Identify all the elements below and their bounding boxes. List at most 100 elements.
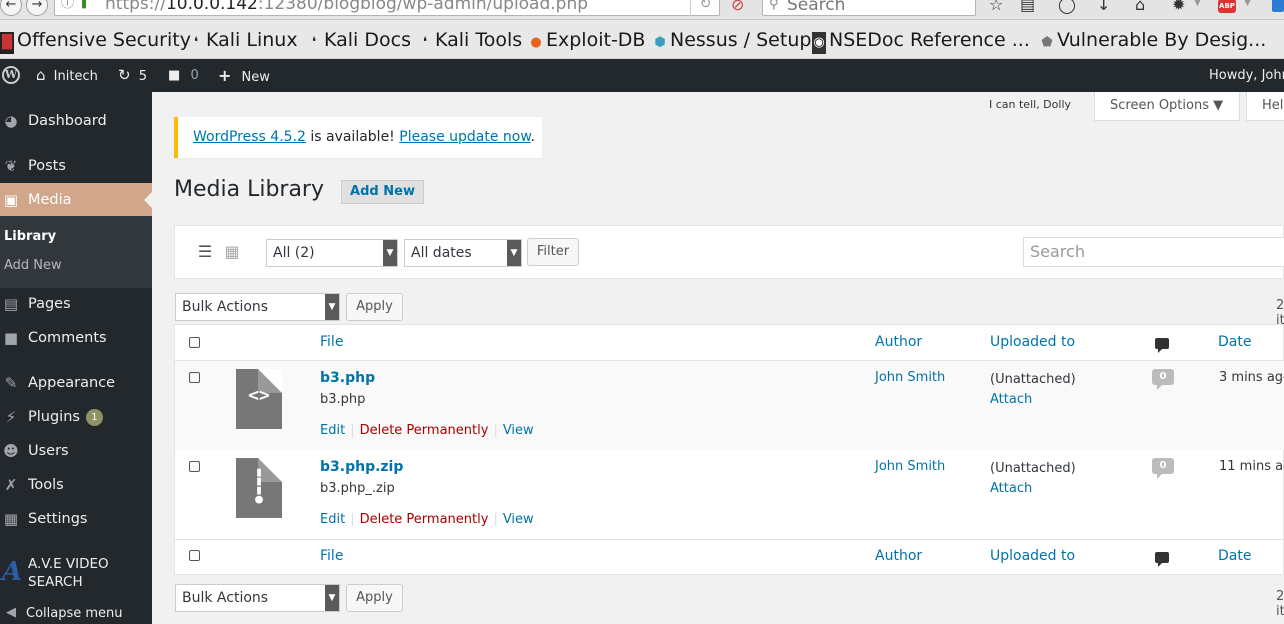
select-all-checkbox[interactable] [189, 337, 200, 348]
comments-column-icon[interactable] [1155, 338, 1169, 353]
download-icon[interactable]: ↓ [1097, 0, 1110, 14]
comment-count-bubble[interactable]: 0 [1152, 369, 1174, 390]
my-account-link[interactable]: Howdy, John [1209, 59, 1284, 92]
column-uploaded-to-footer[interactable]: Uploaded to [990, 548, 1075, 564]
site-name-link[interactable]: ⌂ Initech [36, 59, 98, 92]
adblock-icon[interactable]: ABP [1218, 0, 1236, 13]
menu-plugins[interactable]: ⚡ Plugins 1 [0, 400, 152, 434]
chevron-down-icon[interactable]: ▼ [1244, 0, 1251, 8]
new-label: New [241, 70, 270, 85]
column-date[interactable]: Date [1218, 334, 1251, 350]
column-file-footer[interactable]: File [320, 548, 343, 564]
comments-column-icon[interactable] [1155, 552, 1169, 567]
bookmark-kali-docs[interactable]: ❛ Kali Docs [307, 29, 411, 54]
menu-label: Dashboard [28, 113, 107, 129]
edit-link[interactable]: Edit [320, 423, 345, 438]
filter-button[interactable]: Filter [527, 238, 579, 266]
bookmark-kali-tools[interactable]: ❛ Kali Tools [418, 29, 522, 54]
bookmark-label: Offensive Security [17, 29, 191, 51]
attach-link[interactable]: Attach [990, 390, 1076, 410]
chevron-down-icon[interactable]: ▼ [1194, 0, 1201, 8]
media-search-input[interactable]: Search [1023, 237, 1284, 267]
grid-view-icon[interactable]: ▦ [223, 243, 241, 261]
chevron-down-icon: ▼ [507, 240, 521, 266]
menu-label: Comments [28, 330, 107, 346]
pocket-icon[interactable]: ◯ [1058, 0, 1076, 14]
bookmark-kali-linux[interactable]: ❛ Kali Linux [189, 29, 298, 54]
chevron-down-icon: ▼ [325, 294, 339, 320]
select-all-checkbox-bottom[interactable] [189, 550, 200, 561]
bookmark-exploit-db[interactable]: ● Exploit-DB [529, 29, 645, 54]
home-icon: ⌂ [36, 66, 46, 84]
row-checkbox[interactable] [189, 372, 200, 383]
edit-link[interactable]: Edit [320, 512, 345, 527]
row-checkbox[interactable] [189, 461, 200, 472]
info-icon[interactable]: ⓘ [61, 0, 74, 11]
comments-link[interactable]: ■ 0 [168, 59, 199, 92]
browser-search-input[interactable]: ⚲ Search [762, 0, 976, 16]
updates-link[interactable]: ↻ 5 [118, 59, 147, 92]
column-uploaded-to[interactable]: Uploaded to [990, 334, 1075, 350]
menu-dashboard[interactable]: ◕ Dashboard [0, 104, 152, 138]
bookmark-nsedoc[interactable]: ◉ NSEDoc Reference ... [812, 29, 1030, 54]
update-notice: WordPress 4.5.2 is available! Please upd… [174, 117, 542, 158]
delete-permanently-link[interactable]: Delete Permanently [360, 512, 489, 527]
menu-appearance[interactable]: ✎ Appearance [0, 366, 152, 400]
screen-options-button[interactable]: Screen Options ▼ [1094, 92, 1240, 121]
bookmark-offensive-security[interactable]: █ Offensive Security [0, 29, 191, 54]
bulk-actions-select-top[interactable]: Bulk Actions ▼ [175, 293, 340, 321]
reading-list-icon[interactable]: ▤ [1020, 0, 1035, 14]
menu-posts[interactable]: ❦ Posts [0, 149, 152, 183]
file-title-link[interactable]: b3.php [320, 370, 375, 386]
menu-ave-video-search[interactable]: A A.V.E VIDEO SEARCH [0, 555, 152, 595]
menu-settings[interactable]: ▦ Settings [0, 502, 152, 536]
add-new-media-button[interactable]: Add New [341, 180, 424, 204]
submenu-library[interactable]: Library [4, 229, 56, 244]
submenu-add-new[interactable]: Add New [4, 258, 62, 273]
delete-permanently-link[interactable]: Delete Permanently [360, 423, 489, 438]
column-file[interactable]: File [320, 334, 343, 350]
apply-button-top[interactable]: Apply [346, 293, 403, 321]
attach-link[interactable]: Attach [990, 479, 1076, 499]
list-view-icon[interactable]: ☰ [196, 243, 214, 261]
wordpress-logo-icon[interactable]: W [2, 66, 20, 84]
update-now-link[interactable]: Please update now [399, 129, 530, 145]
menu-label: Appearance [28, 375, 116, 391]
bookmark-vulnhub[interactable]: ⬟ Vulnerable By Desig... [1040, 29, 1266, 54]
apply-button-bottom[interactable]: Apply [346, 584, 403, 612]
menu-users[interactable]: ☻ Users [0, 434, 152, 468]
noscript-icon[interactable]: ⊘ [731, 0, 744, 14]
collapse-menu-button[interactable]: ◀ Collapse menu [0, 605, 152, 624]
comment-count-bubble[interactable]: 0 [1152, 458, 1174, 479]
forward-icon[interactable]: → [26, 0, 48, 16]
date-select[interactable]: All dates ▼ [404, 239, 522, 267]
menu-tools[interactable]: ✗ Tools [0, 468, 152, 502]
menu-label: Media [28, 192, 72, 208]
bookmark-nessus[interactable]: ⬢ Nessus / Setup [653, 29, 811, 54]
media-type-select[interactable]: All (2) ▼ [266, 239, 398, 267]
file-title-link[interactable]: b3.php.zip [320, 459, 403, 475]
reload-icon[interactable]: ↻ [690, 0, 720, 16]
help-button[interactable]: Help [1246, 92, 1284, 121]
bookmark-label: Kali Docs [324, 29, 411, 51]
menu-media[interactable]: ▣ Media [0, 183, 152, 217]
menu-icon[interactable] [1272, 0, 1284, 12]
home-icon[interactable]: ⌂ [1135, 0, 1145, 14]
new-content-link[interactable]: + New [218, 59, 270, 92]
wordpress-version-link[interactable]: WordPress 4.5.2 [193, 129, 306, 145]
brush-icon: ✎ [4, 374, 18, 392]
url-input[interactable]: ⓘ ▮ https://10.0.0.142:12380/blogblog/wp… [54, 0, 720, 16]
code-file-icon[interactable]: <> [236, 369, 282, 429]
star-bookmark-icon[interactable]: ☆ [989, 0, 1003, 14]
menu-pages[interactable]: ▤ Pages [0, 287, 152, 321]
view-link[interactable]: View [503, 512, 534, 527]
bulk-actions-select-bottom[interactable]: Bulk Actions ▼ [175, 584, 340, 612]
archive-file-icon[interactable]: ▮ ▮ ▮ ● [236, 458, 282, 518]
view-link[interactable]: View [503, 423, 534, 438]
author-link[interactable]: John Smith [875, 459, 945, 474]
extension-icon[interactable]: ✹ [1172, 0, 1185, 14]
author-link[interactable]: John Smith [875, 370, 945, 385]
back-icon[interactable]: ← [0, 0, 22, 16]
menu-comments[interactable]: ■ Comments [0, 321, 152, 355]
column-date-footer[interactable]: Date [1218, 548, 1251, 564]
